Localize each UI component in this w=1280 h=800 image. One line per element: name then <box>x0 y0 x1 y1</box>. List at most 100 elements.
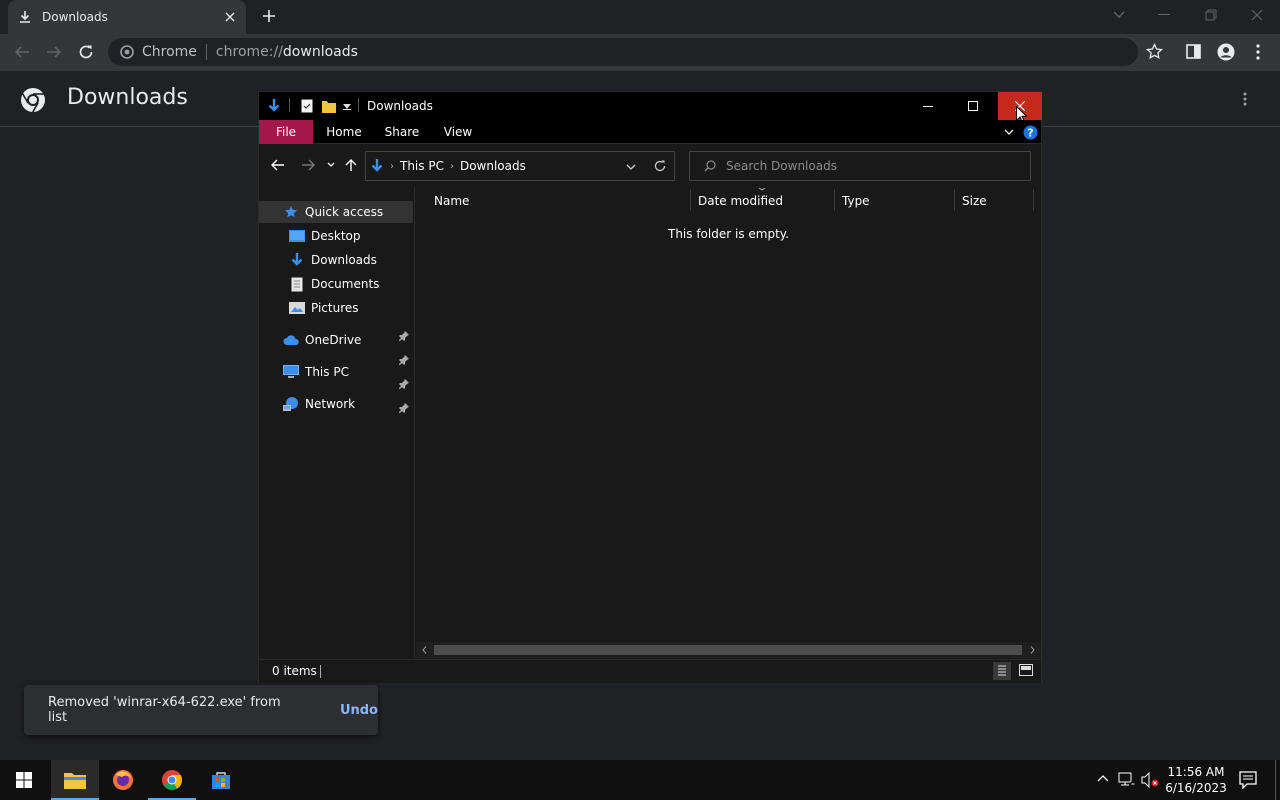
download-folder-icon <box>267 98 281 114</box>
nav-network[interactable]: Network <box>283 393 355 415</box>
explorer-titlebar: Downloads <box>259 92 1042 123</box>
minimize-icon[interactable] <box>1158 14 1170 16</box>
undo-button[interactable]: Undo <box>340 703 378 718</box>
nav-onedrive[interactable]: OneDrive <box>283 329 361 351</box>
page-title: Downloads <box>67 85 188 110</box>
url-host: downloads <box>282 44 358 60</box>
empty-folder-message: This folder is empty. <box>668 227 789 241</box>
taskbar-chrome[interactable] <box>148 760 196 800</box>
up-arrow-icon[interactable] <box>345 158 357 172</box>
chrome-logo-icon <box>120 45 134 59</box>
address-bar[interactable]: › This PC › Downloads <box>365 151 675 181</box>
column-separator[interactable] <box>954 189 955 211</box>
recent-locations-chevron-icon[interactable] <box>327 162 335 168</box>
nav-downloads[interactable]: Downloads <box>289 249 377 271</box>
pin-icon[interactable] <box>399 403 409 413</box>
help-icon[interactable]: ? <box>1023 125 1038 140</box>
firefox-icon <box>113 770 133 790</box>
windows-taskbar: 11:56 AM 6/16/2023 <box>0 760 1280 800</box>
show-hidden-icons-chevron-icon[interactable] <box>1097 774 1109 782</box>
taskbar-file-explorer[interactable] <box>51 760 99 800</box>
taskbar-firefox[interactable] <box>99 760 147 800</box>
explorer-back-arrow-icon[interactable] <box>271 159 285 171</box>
nav-label: Downloads <box>311 253 377 267</box>
column-header-type[interactable]: Type <box>836 187 952 215</box>
details-view-icon <box>998 665 1006 676</box>
new-folder-icon[interactable] <box>322 99 336 113</box>
details-view-button[interactable] <box>993 662 1011 680</box>
explorer-navigation-bar: › This PC › Downloads Search Downloads <box>259 145 1041 187</box>
omnibox[interactable]: Chrome chrome:// downloads <box>108 38 1138 66</box>
large-icons-view-button[interactable] <box>1019 664 1033 676</box>
ribbon-expand-chevron-icon[interactable] <box>1004 129 1014 135</box>
search-box[interactable]: Search Downloads <box>689 151 1031 181</box>
breadcrumb-downloads[interactable]: Downloads <box>460 159 526 173</box>
breadcrumb-this-pc[interactable]: This PC <box>400 159 444 173</box>
large-icons-view-icon <box>1019 664 1033 676</box>
tab-close-icon[interactable] <box>224 11 236 23</box>
ribbon-tab-share[interactable]: Share <box>377 120 427 144</box>
back-arrow-icon[interactable] <box>14 45 30 59</box>
horizontal-scrollbar[interactable] <box>416 642 1041 658</box>
properties-icon[interactable] <box>301 99 313 113</box>
column-separator[interactable] <box>1033 189 1034 211</box>
side-panel-icon[interactable] <box>1186 44 1201 59</box>
nav-this-pc[interactable]: This PC <box>283 361 349 383</box>
pin-icon[interactable] <box>399 331 409 341</box>
nav-label: Quick access <box>305 205 384 219</box>
taskbar-clock[interactable]: 11:56 AM 6/16/2023 <box>1162 764 1230 796</box>
file-explorer-window: Downloads File Home Share View ? › This … <box>258 91 1042 683</box>
nav-desktop[interactable]: Desktop <box>289 225 361 247</box>
explorer-maximize-icon[interactable] <box>968 101 978 111</box>
explorer-forward-arrow-icon[interactable] <box>301 159 315 171</box>
show-desktop-button[interactable] <box>1275 760 1276 800</box>
pin-icon[interactable] <box>399 355 409 365</box>
network-status-icon[interactable] <box>1118 772 1136 788</box>
qat-dropdown-icon[interactable] <box>343 104 351 110</box>
ribbon-tab-home[interactable]: Home <box>319 120 369 144</box>
column-header-name[interactable]: Name <box>428 187 688 215</box>
column-separator[interactable] <box>834 189 835 211</box>
refresh-icon[interactable] <box>654 160 666 172</box>
explorer-minimize-icon[interactable] <box>923 106 933 107</box>
scroll-left-arrow-icon[interactable] <box>422 646 427 654</box>
file-list[interactable]: Name Date modified Type Size This folder… <box>416 187 1041 642</box>
taskbar-store[interactable] <box>197 760 245 800</box>
reload-icon[interactable] <box>78 44 94 60</box>
ribbon-tab-file[interactable]: File <box>259 120 313 144</box>
tab-downloads[interactable]: Downloads <box>8 0 246 34</box>
nav-label: Network <box>305 397 356 411</box>
column-header-date-modified[interactable]: Date modified <box>692 187 832 215</box>
breadcrumb-chevron-icon[interactable]: › <box>390 161 394 172</box>
tab-search-chevron-icon[interactable] <box>1112 10 1126 20</box>
pin-icon[interactable] <box>399 379 409 389</box>
scroll-right-arrow-icon[interactable] <box>1030 646 1035 654</box>
start-button[interactable] <box>0 760 48 800</box>
nav-label: OneDrive <box>305 333 362 347</box>
chrome-icon <box>162 770 183 790</box>
breadcrumb-chevron-icon[interactable]: › <box>450 161 454 172</box>
explorer-window-title: Downloads <box>367 99 433 113</box>
chrome-tabstrip: Downloads <box>0 0 1280 34</box>
notification-center-icon[interactable] <box>1239 771 1257 789</box>
new-tab-button[interactable] <box>262 9 276 23</box>
navigation-pane: Quick access Desktop Downloads Documents… <box>259 187 415 658</box>
column-header-size[interactable]: Size <box>956 187 1032 215</box>
bookmark-star-icon[interactable] <box>1146 43 1163 60</box>
close-icon[interactable] <box>1251 9 1263 21</box>
nav-quick-access[interactable]: Quick access <box>283 201 383 223</box>
forward-arrow-icon[interactable] <box>46 45 62 59</box>
nav-pictures[interactable]: Pictures <box>289 297 359 319</box>
menu-kebab-icon[interactable] <box>1256 44 1260 60</box>
column-separator[interactable] <box>690 189 691 211</box>
page-menu-kebab-icon[interactable] <box>1243 92 1247 106</box>
toast-message: Removed 'winrar-x64-622.exe' from list <box>48 695 281 725</box>
ribbon-tab-view[interactable]: View <box>433 120 483 144</box>
removed-from-list-toast: Removed 'winrar-x64-622.exe' from list U… <box>24 685 378 735</box>
nav-documents[interactable]: Documents <box>289 273 379 295</box>
scrollbar-thumb[interactable] <box>434 645 1022 655</box>
address-dropdown-icon[interactable] <box>626 164 636 170</box>
profile-avatar-icon[interactable] <box>1217 43 1235 61</box>
restore-icon[interactable] <box>1205 9 1217 21</box>
volume-muted-icon[interactable] <box>1141 772 1159 788</box>
